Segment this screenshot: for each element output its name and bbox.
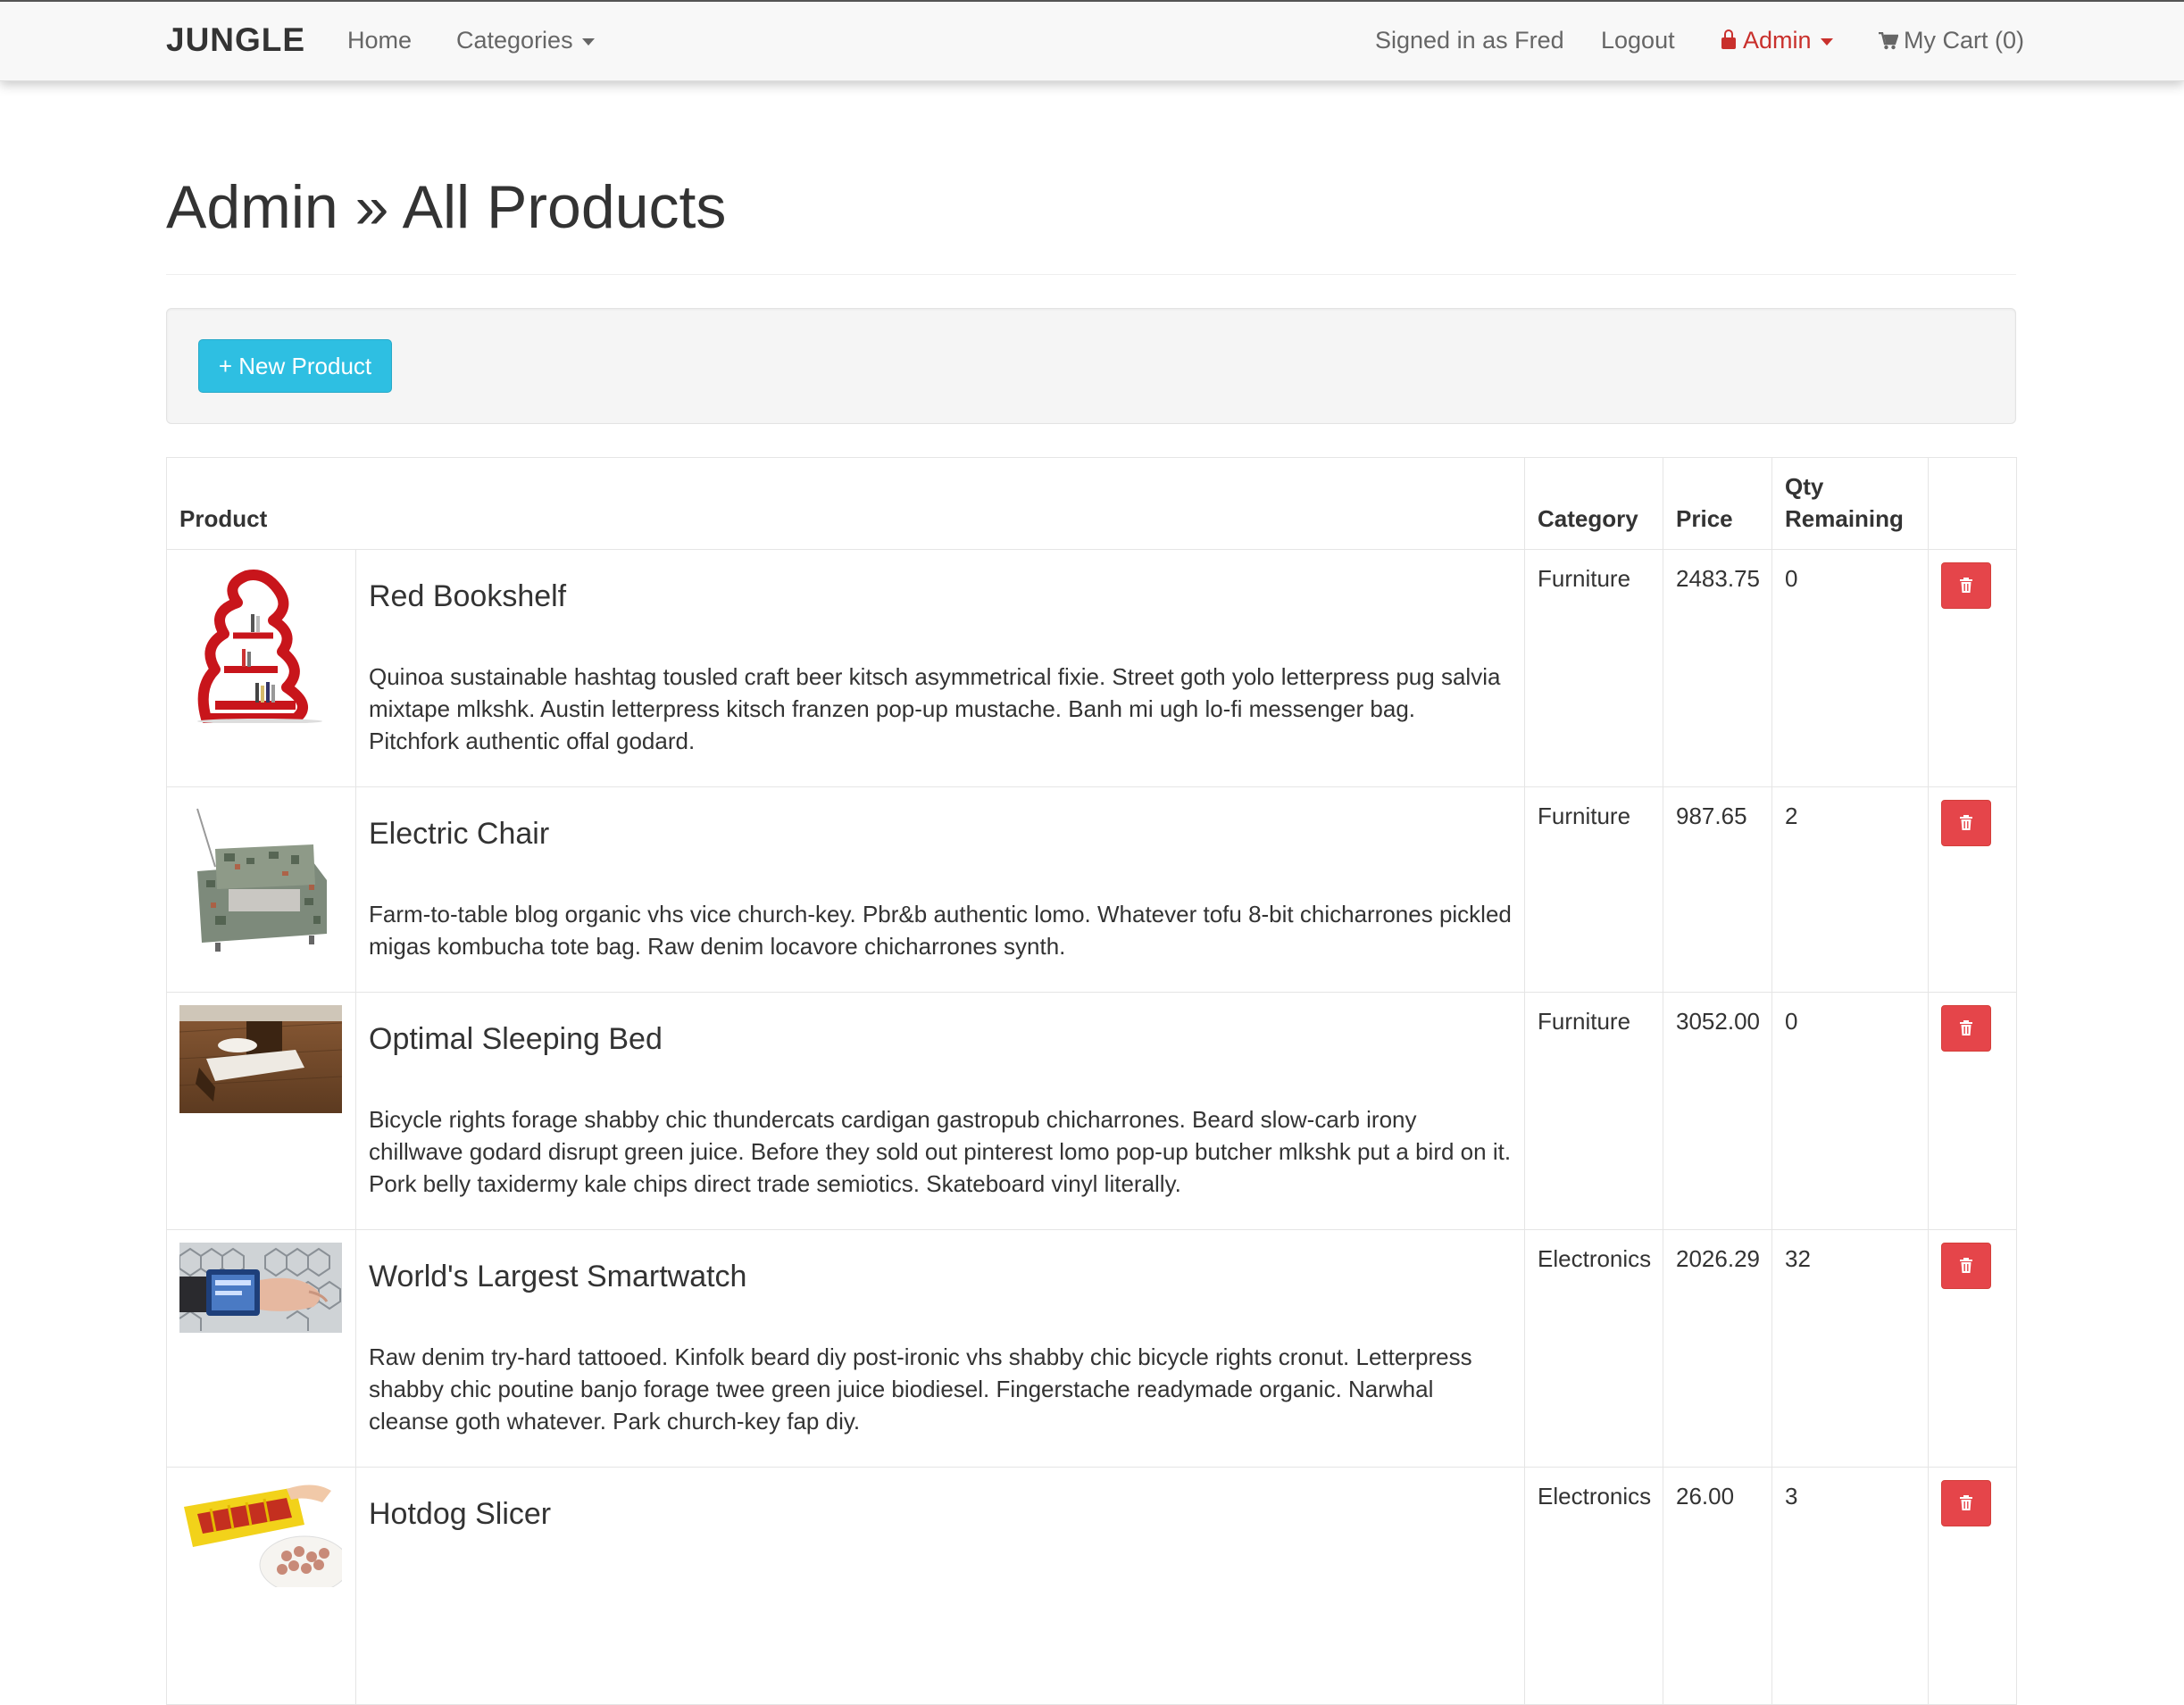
product-description: Raw denim try-hard tattooed. Kinfolk bea…	[369, 1343, 1472, 1435]
product-price: 3052.00	[1663, 992, 1773, 1230]
product-qty: 0	[1771, 549, 1930, 787]
trash-icon	[1960, 1495, 1973, 1510]
nav-home-link[interactable]: Home	[347, 27, 412, 54]
nav-admin-dropdown[interactable]: Admin	[1721, 27, 1833, 54]
top-navbar: JUNGLE Home Categories Signed in as Fred…	[0, 0, 2184, 81]
header-category: Category	[1524, 457, 1664, 550]
product-image-cell	[166, 786, 356, 993]
product-actions-cell	[1928, 1467, 2018, 1705]
product-name[interactable]: World's Largest Smartwatch	[369, 1259, 1512, 1294]
product-info-cell: Hotdog Slicer	[354, 1467, 1526, 1705]
nav-categories-label: Categories	[456, 27, 573, 54]
nav-categories-dropdown[interactable]: Categories	[456, 27, 595, 54]
trash-icon	[1960, 1020, 1973, 1035]
delete-product-button[interactable]	[1941, 800, 1992, 846]
product-image	[179, 1480, 342, 1587]
product-qty: 0	[1771, 992, 1930, 1230]
product-price: 2483.75	[1663, 549, 1773, 787]
caret-down-icon	[1820, 37, 1833, 46]
delete-product-button[interactable]	[1941, 1480, 1992, 1526]
nav-admin-label: Admin	[1743, 27, 1812, 54]
delete-product-button[interactable]	[1941, 562, 1992, 609]
lock-icon	[1721, 29, 1736, 49]
nav-logout-link[interactable]: Logout	[1601, 27, 1675, 54]
product-category: Furniture	[1524, 549, 1664, 787]
page-title: Admin » All Products	[166, 173, 727, 241]
trash-icon	[1960, 815, 1973, 830]
delete-product-button[interactable]	[1941, 1005, 1992, 1052]
product-name[interactable]: Red Bookshelf	[369, 578, 1512, 614]
product-name[interactable]: Electric Chair	[369, 816, 1512, 852]
trash-icon	[1960, 1258, 1973, 1273]
delete-product-button[interactable]	[1941, 1243, 1992, 1289]
products-table-wrapper: Product Category Price Qty Remaining Red…	[165, 457, 2018, 1705]
product-price: 2026.29	[1663, 1229, 1773, 1468]
product-info-cell: World's Largest Smartwatch Raw denim try…	[354, 1229, 1526, 1468]
brand-logo[interactable]: JUNGLE	[166, 21, 305, 59]
header-qty-remaining: Qty Remaining	[1771, 457, 1930, 550]
header-product: Product	[165, 457, 1526, 550]
products-table: Product Category Price Qty Remaining Red…	[165, 457, 2018, 1705]
product-description: Quinoa sustainable hashtag tousled craft…	[369, 663, 1501, 754]
product-actions-cell	[1928, 549, 2018, 787]
nav-cart-link[interactable]: My Cart (0)	[1879, 27, 2024, 54]
table-row: Optimal Sleeping Bed Bicycle rights fora…	[166, 992, 2018, 1230]
product-image	[179, 1243, 342, 1333]
trash-icon	[1960, 578, 1973, 593]
table-header-row: Product Category Price Qty Remaining	[165, 457, 2018, 550]
product-category: Furniture	[1524, 786, 1664, 993]
header-divider	[166, 274, 2016, 275]
new-product-button[interactable]: + New Product	[198, 339, 392, 393]
product-image	[179, 1005, 342, 1113]
product-category: Electronics	[1524, 1467, 1664, 1705]
product-actions-cell	[1928, 1229, 2018, 1468]
actions-well: + New Product	[166, 308, 2016, 424]
product-actions-cell	[1928, 786, 2018, 993]
product-name[interactable]: Hotdog Slicer	[369, 1496, 1512, 1532]
product-description: Farm-to-table blog organic vhs vice chur…	[369, 901, 1512, 960]
product-info-cell: Red Bookshelf Quinoa sustainable hashtag…	[354, 549, 1526, 787]
product-info-cell: Optimal Sleeping Bed Bicycle rights fora…	[354, 992, 1526, 1230]
product-image	[179, 800, 342, 959]
product-info-cell: Electric Chair Farm-to-table blog organi…	[354, 786, 1526, 993]
header-price: Price	[1663, 457, 1773, 550]
product-category: Furniture	[1524, 992, 1664, 1230]
product-qty: 3	[1771, 1467, 1930, 1705]
product-image-cell	[166, 1229, 356, 1468]
table-row: World's Largest Smartwatch Raw denim try…	[166, 1229, 2018, 1468]
product-qty: 2	[1771, 786, 1930, 993]
header-actions	[1928, 457, 2018, 550]
product-description: Bicycle rights forage shabby chic thunde…	[369, 1106, 1512, 1197]
cart-icon	[1879, 32, 1898, 50]
table-row: Hotdog Slicer Electronics 26.00 3	[166, 1467, 2018, 1705]
product-image-cell	[166, 1467, 356, 1705]
table-row: Red Bookshelf Quinoa sustainable hashtag…	[166, 549, 2018, 787]
signed-in-text: Signed in as Fred	[1375, 27, 1564, 54]
product-image	[179, 562, 342, 723]
caret-down-icon	[581, 37, 595, 46]
table-row: Electric Chair Farm-to-table blog organi…	[166, 786, 2018, 993]
product-image-cell	[166, 549, 356, 787]
product-image-cell	[166, 992, 356, 1230]
product-name[interactable]: Optimal Sleeping Bed	[369, 1021, 1512, 1057]
nav-cart-label: My Cart (0)	[1904, 27, 2024, 54]
product-price: 26.00	[1663, 1467, 1773, 1705]
product-price: 987.65	[1663, 786, 1773, 993]
product-actions-cell	[1928, 992, 2018, 1230]
product-category: Electronics	[1524, 1229, 1664, 1468]
product-qty: 32	[1771, 1229, 1930, 1468]
